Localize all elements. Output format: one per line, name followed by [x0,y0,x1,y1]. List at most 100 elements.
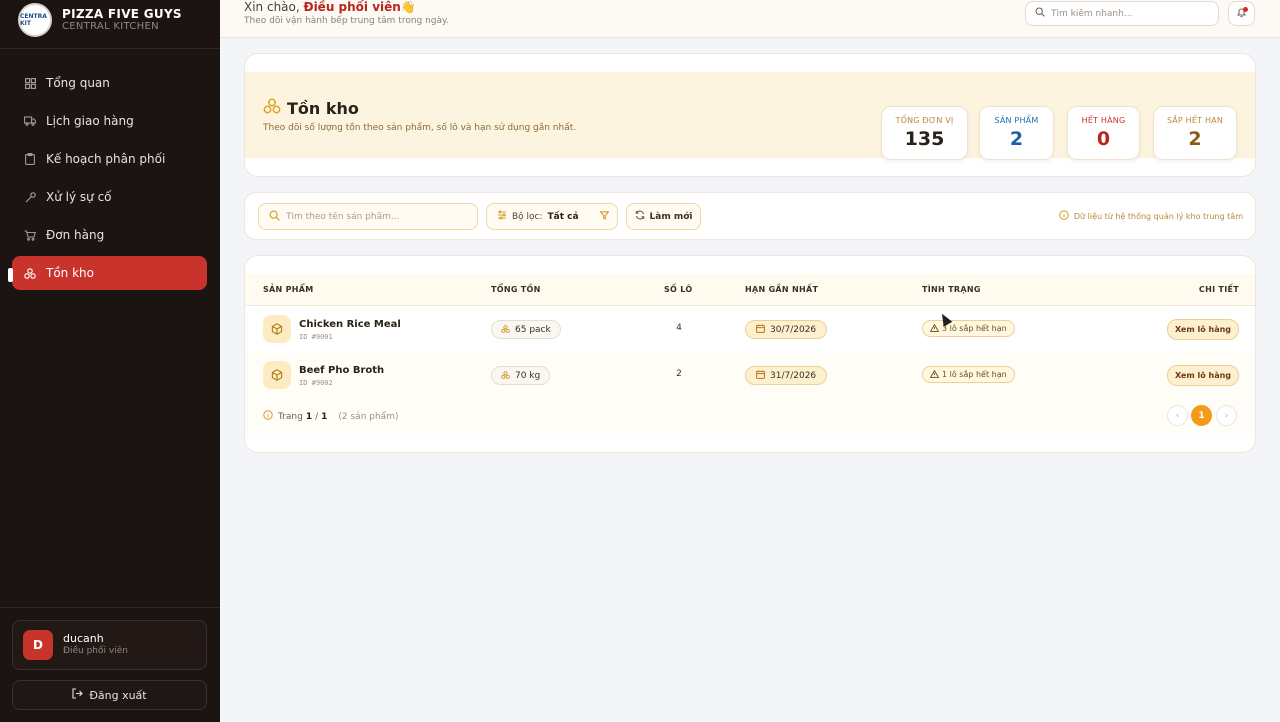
note-text: Dữ liệu từ hệ thống quản lý kho trung tâ… [1073,212,1243,221]
info-icon [1059,210,1069,223]
filter-value: Tất cả [547,211,579,222]
sidebar-item-incidents[interactable]: Xử lý sự cố [12,180,207,214]
next-page-button[interactable]: › [1216,405,1237,426]
warning-icon [929,323,940,334]
greeting-prefix: Xin chào, [244,0,304,14]
sidebar-item-overview[interactable]: Tổng quan [12,66,207,100]
info-icon [263,410,273,423]
lot-count: 4 [676,323,682,333]
stat-products: SẢN PHẨM 2 [979,106,1054,160]
quick-search-input[interactable] [1051,8,1201,19]
sidebar-item-inventory[interactable]: Tồn kho [12,256,207,290]
page-button[interactable]: 1 [1191,405,1212,426]
calendar-icon [756,324,765,335]
sidebar-item-label: Kế hoạch phân phối [46,152,166,166]
filter-select[interactable]: Bộ lọc: Tất cả [486,203,618,230]
view-lots-button[interactable]: Xem lô hàng [1167,319,1239,340]
stat-label: HẾT HÀNG [1081,116,1126,125]
nearest-expiry: 31/7/2026 [745,366,828,385]
view-lots-button[interactable]: Xem lô hàng [1167,365,1239,386]
refresh-icon [635,210,645,223]
logout-button[interactable]: Đăng xuất [12,680,207,710]
sidebar-item-distribution-plan[interactable]: Kế hoạch phân phối [12,142,207,176]
expiry-date: 31/7/2026 [770,370,817,381]
stat-value: 2 [1188,128,1202,150]
stock-quantity: 65 pack [491,320,561,339]
product-name: Beef Pho Broth [299,365,385,376]
sidebar-item-label: Đơn hàng [46,228,105,242]
stat-out-of-stock: HẾT HÀNG 0 [1067,106,1140,160]
cart-icon [24,229,36,241]
column-header: TÌNH TRẠNG [922,285,981,294]
quantity-text: 65 pack [515,324,551,335]
sidebar-item-label: Xử lý sự cố [46,190,112,204]
grid-icon [24,77,36,89]
column-header: CHI TIẾT [1198,285,1239,294]
user-role: Điều phối viên [63,646,128,657]
page-title: Tồn kho [263,98,359,118]
stat-total-units: TỔNG ĐƠN VỊ 135 [881,106,968,160]
column-header: SẢN PHẨM [263,285,314,294]
product-search-input[interactable] [286,211,466,222]
sidebar-item-orders[interactable]: Đơn hàng [12,218,207,252]
greeting-role: Điều phối viên [303,0,401,14]
greeting-subtitle: Theo dõi vận hành bếp trung tâm trong ng… [244,16,449,26]
product-search[interactable] [258,203,478,230]
stat-label: SẮP HẾT HẠN [1166,116,1224,125]
divider [0,48,220,49]
boxes-icon [24,267,36,279]
refresh-label: Làm mới [649,211,693,222]
data-source-note: Dữ liệu từ hệ thống quản lý kho trung tâ… [1059,210,1243,223]
filter-bar: Bộ lọc: Tất cả Làm mới Dữ liệu từ hệ thố… [244,192,1256,240]
brand-subtitle: CENTRAL KITCHEN [62,21,159,33]
quick-search[interactable] [1025,1,1219,26]
search-icon [1035,7,1045,20]
sidebar-item-delivery-schedule[interactable]: Lịch giao hàng [12,104,207,138]
user-card[interactable]: D ducanh Điều phối viên [12,620,207,670]
boxes-icon [501,324,510,335]
status-text: 1 lô sắp hết hạn [942,370,1007,379]
stock-quantity: 70 kg [491,366,551,385]
greeting: Xin chào, Điều phối viên👋 [244,0,416,14]
stat-value: 0 [1096,128,1111,150]
truck-icon [24,115,36,127]
page-title-text: Tồn kho [287,98,359,118]
search-icon [269,209,280,224]
stat-expiring-soon: SẮP HẾT HẠN 2 [1153,106,1237,160]
product-name: Chicken Rice Meal [299,319,401,330]
wave-icon: 👋 [400,0,416,14]
column-header: HẠN GẦN NHẤT [745,285,819,294]
calendar-icon [756,370,765,381]
column-header: SỐ LÔ [664,285,693,294]
table-row: Beef Pho Broth ID #9002 70 kg 2 31/7/202… [245,352,1255,398]
current-page: 1 [305,411,313,422]
header-banner: Tồn kho Theo dõi số lượng tồn theo sản p… [245,72,1255,160]
boxes-icon [263,98,281,118]
divider [0,607,220,608]
brand-name: PIZZA FIVE GUYS [62,6,182,21]
page-separator: / [315,411,319,422]
notification-dot [1243,7,1248,12]
logo-text: CENTRA KIT [20,13,47,27]
funnel-icon [599,210,610,223]
sidebar-item-label: Tổng quan [46,76,110,90]
package-icon [263,361,291,389]
boxes-icon [501,370,510,381]
package-icon [263,315,291,343]
page-subtitle: Theo dõi số lượng tồn theo sản phẩm, số … [263,123,577,133]
total-pages: 1 [321,411,328,422]
nearest-expiry: 30/7/2026 [745,320,828,339]
logout-icon [72,688,84,702]
filter-label: Bộ lọc: [512,211,543,222]
refresh-button[interactable]: Làm mới [626,203,701,230]
page-info: Trang 1 / 1 (2 sản phẩm) [263,410,398,423]
prev-page-button[interactable]: ‹ [1167,405,1188,426]
lot-count: 2 [676,369,682,379]
notification-button[interactable] [1228,1,1255,26]
table-footer: Trang 1 / 1 (2 sản phẩm) ‹ 1 › [245,398,1255,434]
stat-label: SẢN PHẨM [994,116,1039,125]
product-id: ID #9001 [299,333,333,341]
inventory-table: SẢN PHẨM TỔNG TỒN SỐ LÔ HẠN GẦN NHẤT TÌN… [244,255,1256,453]
sidebar-item-label: Lịch giao hàng [46,114,134,128]
expiry-date: 30/7/2026 [770,324,817,335]
